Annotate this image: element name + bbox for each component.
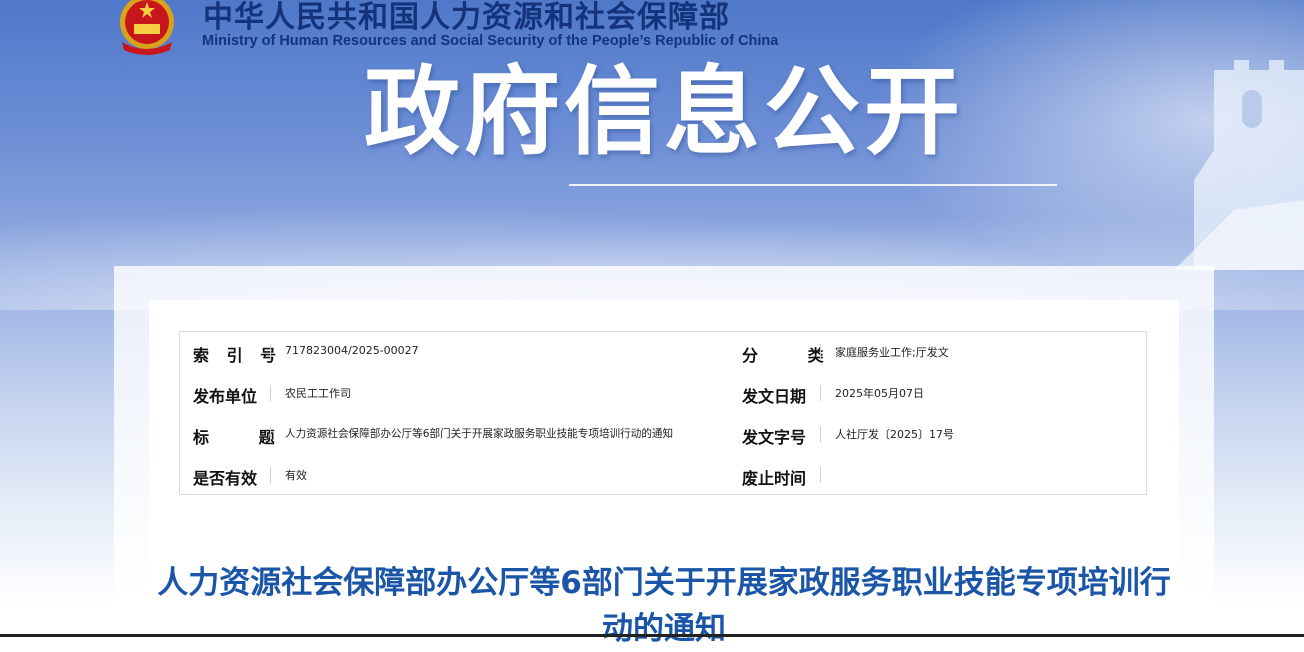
national-emblem-icon bbox=[120, 0, 174, 55]
banner-divider bbox=[569, 184, 1057, 186]
document-info-table: 索 引 号 717823004/2025-00027 分 类 家庭服务业工作;厅… bbox=[179, 331, 1147, 495]
info-row: 发布单位 农民工工作司 发文日期 2025年05月07日 bbox=[180, 373, 1146, 414]
docno-value: 人社厅发〔2025〕17号 bbox=[835, 428, 954, 441]
document-title: 人力资源社会保障部办公厅等6部门关于开展家政服务职业技能专项培训行动的通知 bbox=[157, 565, 1171, 647]
info-row: 是否有效 有效 废止时间 bbox=[180, 455, 1146, 496]
separator bbox=[270, 467, 271, 483]
separator bbox=[270, 385, 271, 401]
separator bbox=[820, 467, 821, 483]
index-label: 索 引 号 bbox=[193, 346, 283, 365]
separator bbox=[270, 426, 271, 442]
validity-label: 是否有效 bbox=[193, 469, 258, 488]
category-value: 家庭服务业工作;厅发文 bbox=[835, 346, 949, 359]
docno-label: 发文字号 bbox=[742, 428, 807, 447]
category-label: 分 类 bbox=[742, 346, 846, 365]
separator bbox=[820, 344, 821, 360]
separator bbox=[820, 385, 821, 401]
ministry-name-en[interactable]: Ministry of Human Resources and Social S… bbox=[202, 33, 778, 49]
publisher-value: 农民工工作司 bbox=[285, 387, 351, 400]
ministry-name-cn[interactable]: 中华人民共和国人力资源和社会保障部 bbox=[203, 0, 730, 36]
index-value: 717823004/2025-00027 bbox=[285, 344, 419, 357]
banner-title: 政府信息公开 bbox=[364, 56, 964, 168]
publisher-label: 发布单位 bbox=[193, 387, 258, 406]
validity-value: 有效 bbox=[285, 469, 307, 482]
expiry-label: 废止时间 bbox=[742, 469, 807, 488]
info-row: 标 题 人力资源社会保障部办公厅等6部门关于开展家政服务职业技能专项培训行动的通… bbox=[180, 414, 1146, 455]
info-row: 索 引 号 717823004/2025-00027 分 类 家庭服务业工作;厅… bbox=[180, 332, 1146, 373]
great-wall-illustration bbox=[1174, 60, 1304, 270]
date-label: 发文日期 bbox=[742, 387, 807, 406]
date-value: 2025年05月07日 bbox=[835, 387, 924, 400]
separator bbox=[820, 426, 821, 442]
title-label: 标 题 bbox=[193, 428, 297, 447]
title-value: 人力资源社会保障部办公厅等6部门关于开展家政服务职业技能专项培训行动的通知 bbox=[285, 428, 674, 440]
separator bbox=[270, 344, 271, 360]
